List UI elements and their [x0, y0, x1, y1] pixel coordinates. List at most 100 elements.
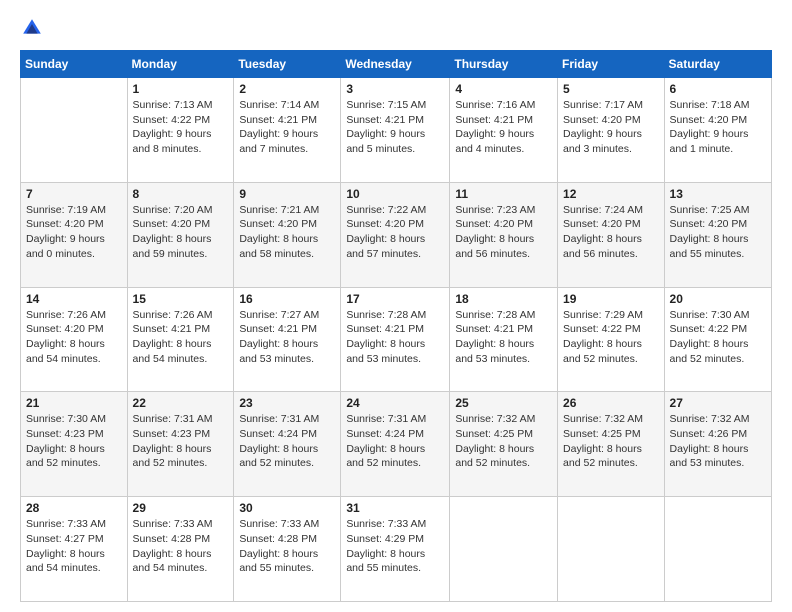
calendar-cell	[450, 497, 558, 602]
day-number: 8	[133, 187, 229, 201]
day-info: Sunrise: 7:21 AM Sunset: 4:20 PM Dayligh…	[239, 203, 335, 262]
week-row-2: 14 Sunrise: 7:26 AM Sunset: 4:20 PM Dayli…	[21, 287, 772, 392]
calendar-cell: 18 Sunrise: 7:28 AM Sunset: 4:21 PM Dayli…	[450, 287, 558, 392]
calendar-cell: 15 Sunrise: 7:26 AM Sunset: 4:21 PM Dayli…	[127, 287, 234, 392]
calendar-cell: 12 Sunrise: 7:24 AM Sunset: 4:20 PM Dayli…	[558, 182, 665, 287]
calendar-header-row: SundayMondayTuesdayWednesdayThursdayFrid…	[21, 51, 772, 78]
day-number: 23	[239, 396, 335, 410]
day-info: Sunrise: 7:22 AM Sunset: 4:20 PM Dayligh…	[346, 203, 444, 262]
header-tuesday: Tuesday	[234, 51, 341, 78]
day-number: 21	[26, 396, 122, 410]
day-info: Sunrise: 7:29 AM Sunset: 4:22 PM Dayligh…	[563, 308, 659, 367]
day-info: Sunrise: 7:33 AM Sunset: 4:27 PM Dayligh…	[26, 517, 122, 576]
day-info: Sunrise: 7:31 AM Sunset: 4:23 PM Dayligh…	[133, 412, 229, 471]
day-info: Sunrise: 7:30 AM Sunset: 4:23 PM Dayligh…	[26, 412, 122, 471]
day-number: 11	[455, 187, 552, 201]
calendar-cell: 16 Sunrise: 7:27 AM Sunset: 4:21 PM Dayli…	[234, 287, 341, 392]
header	[20, 16, 772, 40]
day-info: Sunrise: 7:31 AM Sunset: 4:24 PM Dayligh…	[239, 412, 335, 471]
header-thursday: Thursday	[450, 51, 558, 78]
day-number: 26	[563, 396, 659, 410]
calendar-cell: 7 Sunrise: 7:19 AM Sunset: 4:20 PM Daylig…	[21, 182, 128, 287]
calendar-cell: 29Sunrise: 7:33 AM Sunset: 4:28 PM Dayli…	[127, 497, 234, 602]
day-info: Sunrise: 7:27 AM Sunset: 4:21 PM Dayligh…	[239, 308, 335, 367]
day-number: 12	[563, 187, 659, 201]
day-info: Sunrise: 7:33 AM Sunset: 4:28 PM Dayligh…	[133, 517, 229, 576]
calendar-cell: 14 Sunrise: 7:26 AM Sunset: 4:20 PM Dayli…	[21, 287, 128, 392]
day-info: Sunrise: 7:32 AM Sunset: 4:25 PM Dayligh…	[455, 412, 552, 471]
calendar-cell: 4Sunrise: 7:16 AM Sunset: 4:21 PM Daylig…	[450, 78, 558, 183]
day-number: 28	[26, 501, 122, 515]
calendar-cell: 23 Sunrise: 7:31 AM Sunset: 4:24 PM Dayli…	[234, 392, 341, 497]
day-number: 30	[239, 501, 335, 515]
day-number: 7	[26, 187, 122, 201]
day-info: Sunrise: 7:19 AM Sunset: 4:20 PM Dayligh…	[26, 203, 122, 262]
calendar-cell: 8 Sunrise: 7:20 AM Sunset: 4:20 PM Daylig…	[127, 182, 234, 287]
week-row-1: 7 Sunrise: 7:19 AM Sunset: 4:20 PM Daylig…	[21, 182, 772, 287]
day-info: Sunrise: 7:26 AM Sunset: 4:20 PM Dayligh…	[26, 308, 122, 367]
calendar-cell: 31 Sunrise: 7:33 AM Sunset: 4:29 PM Dayli…	[341, 497, 450, 602]
day-info: Sunrise: 7:32 AM Sunset: 4:26 PM Dayligh…	[670, 412, 766, 471]
day-info: Sunrise: 7:31 AM Sunset: 4:24 PM Dayligh…	[346, 412, 444, 471]
calendar-cell: 30 Sunrise: 7:33 AM Sunset: 4:28 PM Dayli…	[234, 497, 341, 602]
day-info: Sunrise: 7:17 AM Sunset: 4:20 PM Dayligh…	[563, 98, 659, 157]
day-number: 14	[26, 292, 122, 306]
calendar-cell: 9 Sunrise: 7:21 AM Sunset: 4:20 PM Daylig…	[234, 182, 341, 287]
logo-icon	[20, 16, 44, 40]
calendar-cell: 28 Sunrise: 7:33 AM Sunset: 4:27 PM Dayli…	[21, 497, 128, 602]
day-info: Sunrise: 7:16 AM Sunset: 4:21 PM Dayligh…	[455, 98, 552, 157]
header-wednesday: Wednesday	[341, 51, 450, 78]
day-number: 1	[133, 82, 229, 96]
day-number: 10	[346, 187, 444, 201]
calendar-table: SundayMondayTuesdayWednesdayThursdayFrid…	[20, 50, 772, 602]
day-number: 2	[239, 82, 335, 96]
day-number: 25	[455, 396, 552, 410]
day-info: Sunrise: 7:24 AM Sunset: 4:20 PM Dayligh…	[563, 203, 659, 262]
day-info: Sunrise: 7:18 AM Sunset: 4:20 PM Dayligh…	[670, 98, 766, 157]
day-info: Sunrise: 7:23 AM Sunset: 4:20 PM Dayligh…	[455, 203, 552, 262]
day-number: 18	[455, 292, 552, 306]
calendar-cell: 13Sunrise: 7:25 AM Sunset: 4:20 PM Dayli…	[664, 182, 771, 287]
day-number: 24	[346, 396, 444, 410]
day-info: Sunrise: 7:28 AM Sunset: 4:21 PM Dayligh…	[346, 308, 444, 367]
calendar-cell: 11 Sunrise: 7:23 AM Sunset: 4:20 PM Dayli…	[450, 182, 558, 287]
day-number: 9	[239, 187, 335, 201]
day-number: 17	[346, 292, 444, 306]
day-info: Sunrise: 7:33 AM Sunset: 4:28 PM Dayligh…	[239, 517, 335, 576]
week-row-4: 28 Sunrise: 7:33 AM Sunset: 4:27 PM Dayli…	[21, 497, 772, 602]
calendar-cell: 21 Sunrise: 7:30 AM Sunset: 4:23 PM Dayli…	[21, 392, 128, 497]
calendar-cell: 1 Sunrise: 7:13 AM Sunset: 4:22 PM Daylig…	[127, 78, 234, 183]
header-friday: Friday	[558, 51, 665, 78]
calendar-cell: 24 Sunrise: 7:31 AM Sunset: 4:24 PM Dayli…	[341, 392, 450, 497]
calendar-cell: 25 Sunrise: 7:32 AM Sunset: 4:25 PM Dayli…	[450, 392, 558, 497]
calendar-cell: 3Sunrise: 7:15 AM Sunset: 4:21 PM Daylig…	[341, 78, 450, 183]
calendar-cell: 22 Sunrise: 7:31 AM Sunset: 4:23 PM Dayli…	[127, 392, 234, 497]
day-info: Sunrise: 7:20 AM Sunset: 4:20 PM Dayligh…	[133, 203, 229, 262]
day-info: Sunrise: 7:32 AM Sunset: 4:25 PM Dayligh…	[563, 412, 659, 471]
day-info: Sunrise: 7:13 AM Sunset: 4:22 PM Dayligh…	[133, 98, 229, 157]
calendar-cell: 20Sunrise: 7:30 AM Sunset: 4:22 PM Dayli…	[664, 287, 771, 392]
day-info: Sunrise: 7:33 AM Sunset: 4:29 PM Dayligh…	[346, 517, 444, 576]
calendar-cell	[558, 497, 665, 602]
header-monday: Monday	[127, 51, 234, 78]
page: SundayMondayTuesdayWednesdayThursdayFrid…	[0, 0, 792, 612]
day-info: Sunrise: 7:26 AM Sunset: 4:21 PM Dayligh…	[133, 308, 229, 367]
day-number: 6	[670, 82, 766, 96]
day-info: Sunrise: 7:28 AM Sunset: 4:21 PM Dayligh…	[455, 308, 552, 367]
header-saturday: Saturday	[664, 51, 771, 78]
day-number: 27	[670, 396, 766, 410]
day-info: Sunrise: 7:14 AM Sunset: 4:21 PM Dayligh…	[239, 98, 335, 157]
calendar-cell: 19Sunrise: 7:29 AM Sunset: 4:22 PM Dayli…	[558, 287, 665, 392]
day-info: Sunrise: 7:25 AM Sunset: 4:20 PM Dayligh…	[670, 203, 766, 262]
calendar-cell: 27 Sunrise: 7:32 AM Sunset: 4:26 PM Dayli…	[664, 392, 771, 497]
week-row-0: 1 Sunrise: 7:13 AM Sunset: 4:22 PM Daylig…	[21, 78, 772, 183]
day-number: 22	[133, 396, 229, 410]
calendar-cell	[664, 497, 771, 602]
week-row-3: 21 Sunrise: 7:30 AM Sunset: 4:23 PM Dayli…	[21, 392, 772, 497]
day-number: 15	[133, 292, 229, 306]
calendar-cell: 6 Sunrise: 7:18 AM Sunset: 4:20 PM Daylig…	[664, 78, 771, 183]
day-number: 16	[239, 292, 335, 306]
calendar-cell: 10 Sunrise: 7:22 AM Sunset: 4:20 PM Dayli…	[341, 182, 450, 287]
calendar-cell: 2 Sunrise: 7:14 AM Sunset: 4:21 PM Daylig…	[234, 78, 341, 183]
day-number: 31	[346, 501, 444, 515]
